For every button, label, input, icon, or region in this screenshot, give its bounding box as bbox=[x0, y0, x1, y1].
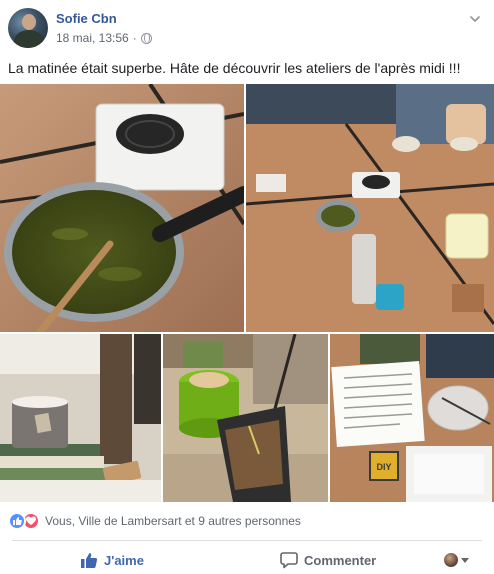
post-text: La matinée était superbe. Hâte de découv… bbox=[8, 60, 461, 76]
saucepan-photo bbox=[0, 84, 244, 332]
chevron-down-icon[interactable] bbox=[468, 12, 482, 26]
diy-badge-label: DIY bbox=[376, 462, 391, 472]
post-meta: 18 mai, 13:56 · bbox=[56, 31, 152, 45]
photo-candle-on-books[interactable] bbox=[0, 334, 161, 502]
comment-icon bbox=[280, 552, 298, 569]
diy-document-photo: DIY bbox=[330, 334, 494, 502]
photo-saucepan-on-hotplate[interactable] bbox=[0, 84, 244, 332]
reactions-summary[interactable]: Vous, Ville de Lambersart et 9 autres pe… bbox=[45, 514, 301, 528]
globe-icon[interactable] bbox=[140, 32, 152, 44]
thumbs-up-icon bbox=[81, 553, 98, 568]
comment-button[interactable]: Commenter bbox=[280, 548, 376, 572]
caret-down-icon bbox=[461, 557, 469, 563]
post-as-selector[interactable] bbox=[444, 548, 469, 572]
workshop-table-photo bbox=[246, 84, 494, 332]
reactions-bar[interactable]: Vous, Ville de Lambersart et 9 autres pe… bbox=[8, 510, 301, 532]
author-name[interactable]: Sofie Cbn bbox=[56, 11, 117, 26]
photo-diy-label-document[interactable]: DIY bbox=[330, 334, 494, 502]
user-avatar bbox=[444, 553, 458, 567]
actions-divider bbox=[12, 540, 482, 541]
author-avatar[interactable] bbox=[8, 8, 48, 48]
like-button[interactable]: J'aime bbox=[80, 548, 144, 572]
compost-photo bbox=[163, 334, 328, 502]
post-actions: J'aime Commenter bbox=[0, 544, 494, 574]
separator-dot: · bbox=[132, 31, 137, 45]
like-icon bbox=[8, 512, 26, 530]
photo-workshop-table[interactable] bbox=[246, 84, 494, 332]
post-date[interactable]: 18 mai, 13:56 bbox=[56, 31, 129, 45]
photo-compost-bin[interactable] bbox=[163, 334, 328, 502]
candle-photo bbox=[0, 334, 161, 502]
photo-grid: DIY bbox=[0, 84, 494, 502]
comment-label: Commenter bbox=[304, 552, 377, 568]
like-label: J'aime bbox=[104, 552, 144, 568]
post-header: Sofie Cbn 18 mai, 13:56 · bbox=[0, 0, 494, 52]
